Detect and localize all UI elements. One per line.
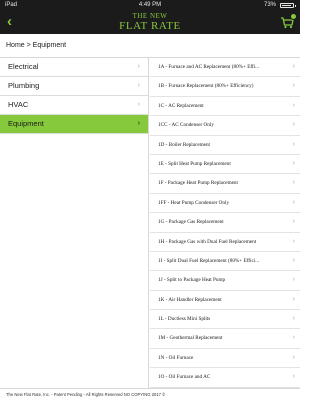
list-item-label: 1E - Split Heat Pump Replacement [158, 160, 231, 167]
list-item-label: 1D - Boiler Replacement [158, 141, 211, 148]
list-item-label: 1O - Oil Furnace and AC [158, 374, 211, 381]
list-item-label: 1F - Package Heat Pump Replacement [158, 180, 238, 187]
category-sidebar: Electrical › Plumbing › HVAC › Equipment… [0, 58, 149, 388]
list-item-label: 1H - Package Gas with Dual Fuel Replacem… [158, 238, 257, 245]
chevron-right-icon: › [137, 63, 140, 70]
chevron-right-icon: › [292, 276, 295, 284]
sidebar-item-label: HVAC [8, 100, 29, 109]
list-item[interactable]: 1FF - Heat Pump Condenser Only › [150, 194, 300, 214]
list-item[interactable]: 1M - Geothermal Replacement › [150, 329, 300, 349]
chevron-right-icon: › [292, 256, 295, 264]
chevron-right-icon: › [292, 315, 295, 323]
list-item[interactable]: 1K - Air Handler Replacement › [150, 291, 300, 311]
breadcrumb[interactable]: Home > Equipment [0, 34, 300, 58]
copyright-footer: The New Flat Rate, Inc. - Patent Pending… [0, 388, 300, 400]
chevron-right-icon: › [292, 334, 295, 342]
list-item[interactable]: 1G - Package Gas Replacement › [150, 213, 300, 233]
nav-bar: ‹ THE NEW FLAT RATE [0, 10, 300, 34]
list-item-label: 1J - Split to Package Heat Pump [158, 277, 226, 284]
status-time: 4:49 PM [138, 2, 162, 8]
chevron-right-icon: › [292, 295, 295, 303]
list-item-label: 1C - AC Replacement [158, 102, 204, 109]
chevron-right-icon: › [292, 198, 295, 206]
list-item[interactable]: 1F - Package Heat Pump Replacement › [150, 174, 300, 194]
chevron-right-icon: › [292, 121, 295, 129]
chevron-right-icon: › [292, 82, 295, 90]
logo-line-2: FLAT RATE [119, 20, 181, 32]
chevron-right-icon: › [292, 159, 295, 167]
chevron-right-icon: › [137, 101, 140, 108]
list-item[interactable]: 1C - AC Replacement › [150, 97, 300, 117]
list-item[interactable]: 1A - Furnace and AC Replacement (80%+ Ef… [150, 58, 300, 78]
list-item-label: 1G - Package Gas Replacement [158, 219, 224, 226]
footer-text: The New Flat Rate, Inc. - Patent Pending… [6, 392, 166, 397]
chevron-right-icon: › [137, 82, 140, 89]
battery-icon [280, 3, 296, 8]
sidebar-item-equipment[interactable]: Equipment › [0, 115, 148, 134]
list-item[interactable]: 1N - Oil Furnace › [150, 349, 300, 369]
status-bar: iPad 4:49 PM 73% [0, 0, 300, 10]
list-item[interactable]: 1B - Furnace Replacement (80%+ Efficienc… [150, 77, 300, 97]
chevron-right-icon: › [292, 63, 295, 70]
list-item[interactable]: 1D - Boiler Replacement › [150, 136, 300, 155]
chevron-right-icon: › [292, 140, 295, 148]
list-item-label: 1B - Furnace Replacement (80%+ Efficienc… [158, 83, 254, 90]
list-item-label: 1N - Oil Furnace [158, 354, 194, 361]
list-item-label: 1M - Geothermal Replacement [158, 335, 223, 342]
chevron-right-icon: › [292, 101, 295, 109]
chevron-right-icon: › [292, 218, 295, 226]
battery-percent: 73% [263, 2, 276, 8]
breadcrumb-text[interactable]: Home > Equipment [6, 42, 66, 49]
chevron-right-icon: › [292, 237, 295, 245]
list-item[interactable]: 1O - Oil Furnace and AC › [150, 368, 300, 388]
sidebar-item-hvac[interactable]: HVAC › [0, 96, 148, 115]
equipment-list[interactable]: 1A - Furnace and AC Replacement (80%+ Ef… [150, 58, 300, 388]
chevron-right-icon: › [292, 373, 295, 381]
list-item-label: 1A - Furnace and AC Replacement (80%+ Ef… [158, 64, 260, 70]
list-item[interactable]: 1CC - AC Condenser Only › [150, 116, 300, 136]
sidebar-item-label: Electrical [8, 62, 39, 71]
chevron-right-icon: › [292, 353, 295, 361]
list-item-label: 1I - Split Dual Fuel Replacement (80%+ E… [158, 257, 260, 264]
list-item-label: 1FF - Heat Pump Condenser Only [158, 199, 230, 206]
list-item-label: 1CC - AC Condenser Only [158, 122, 214, 129]
list-item-label: 1L - Ductless Mini Splits [158, 316, 211, 323]
sidebar-item-label: Equipment [8, 119, 44, 128]
cart-badge [290, 13, 297, 20]
list-item[interactable]: 1E - Split Heat Pump Replacement › [150, 155, 300, 175]
list-item[interactable]: 1I - Split Dual Fuel Replacement (80%+ E… [150, 252, 300, 272]
chevron-right-icon: › [137, 120, 140, 127]
list-item[interactable]: 1L - Ductless Mini Splits › [150, 310, 300, 330]
list-item-label: 1K - Air Handler Replacement [158, 296, 222, 303]
sidebar-item-electrical[interactable]: Electrical › [0, 58, 148, 77]
sidebar-item-label: Plumbing [8, 81, 40, 90]
sidebar-item-plumbing[interactable]: Plumbing › [0, 77, 148, 96]
list-item[interactable]: 1H - Package Gas with Dual Fuel Replacem… [150, 233, 300, 252]
list-item[interactable]: 1J - Split to Package Heat Pump › [150, 271, 300, 291]
chevron-right-icon: › [292, 179, 295, 187]
app-logo: THE NEW FLAT RATE [0, 11, 300, 32]
